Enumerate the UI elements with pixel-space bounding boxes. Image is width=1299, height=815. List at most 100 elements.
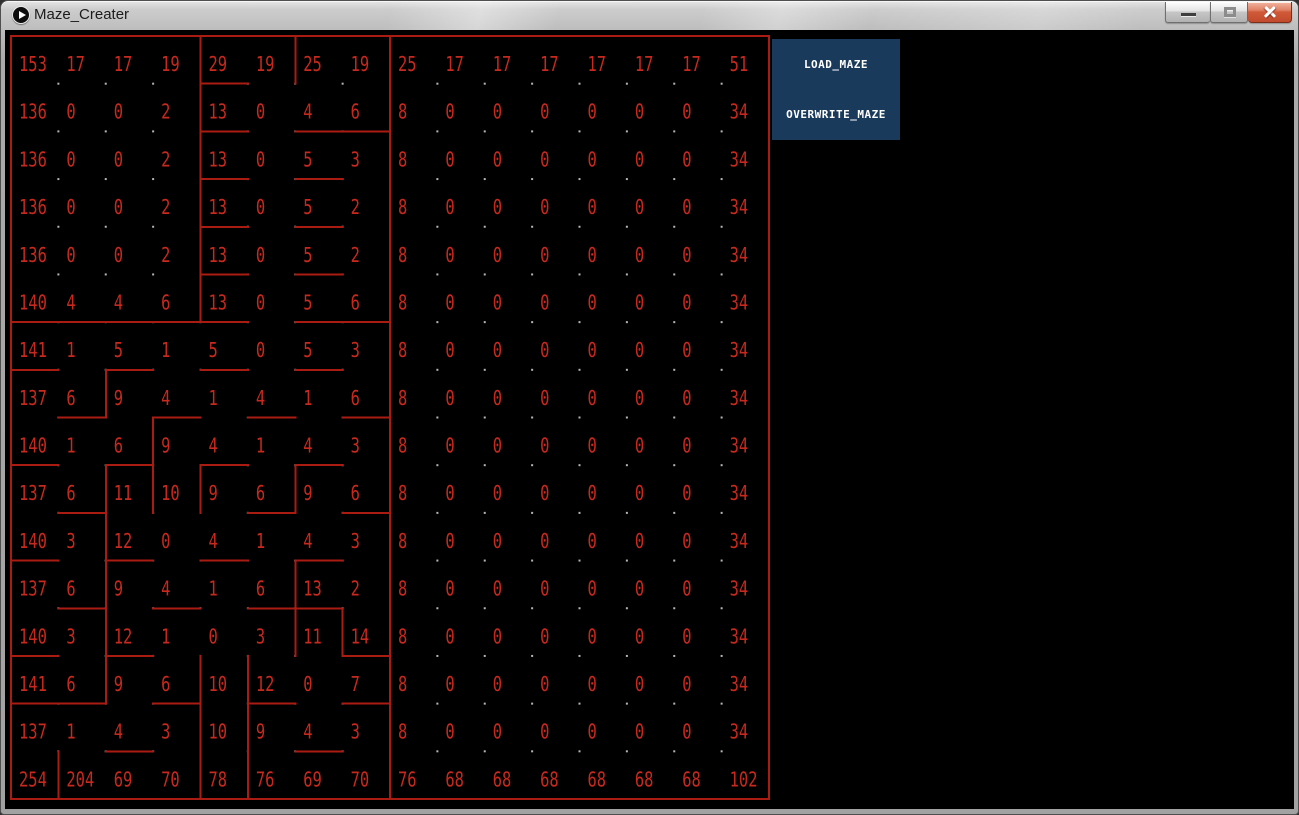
maze-post xyxy=(483,750,486,753)
minimize-button[interactable] xyxy=(1165,2,1210,23)
maze-cell-value: 0 xyxy=(445,243,454,267)
maze-cell-value: 11 xyxy=(303,624,322,648)
maze-cell-value: 8 xyxy=(398,529,407,553)
maze-cell-value: 2 xyxy=(351,243,360,267)
maze-post xyxy=(673,225,676,228)
maze-cell-value: 6 xyxy=(351,386,360,410)
maze-cell-value: 0 xyxy=(635,290,644,314)
maze-cell-value: 34 xyxy=(730,147,749,171)
maximize-button[interactable] xyxy=(1210,2,1248,23)
overwrite-maze-button[interactable]: OVERWRITE_MAZE xyxy=(772,89,900,140)
maze-cell-value: 1 xyxy=(209,577,218,601)
maze-cell-value: 0 xyxy=(493,243,502,267)
maze-cell-value: 0 xyxy=(256,243,265,267)
maze-cell-value: 4 xyxy=(256,386,265,410)
maze-post xyxy=(152,178,155,181)
maze-cell-value: 29 xyxy=(209,52,228,76)
maze-cell-value: 1 xyxy=(209,386,218,410)
maze-post xyxy=(436,130,439,133)
maze-post xyxy=(625,273,628,276)
close-button[interactable] xyxy=(1248,2,1292,23)
maze-cell-value: 25 xyxy=(303,52,322,76)
maze-cell-value: 0 xyxy=(682,720,691,744)
content-area: 153 17 17 19 29 19 25 19 25 17 17 17 17 17 17 51 136 0 0 2 1… xyxy=(5,30,1294,809)
maze-cell-value: 0 xyxy=(588,338,597,362)
maze-cell-value: 4 xyxy=(66,290,75,314)
load-maze-button[interactable]: LOAD_MAZE xyxy=(772,39,900,90)
maze-post xyxy=(720,511,723,514)
maze-cell-value: 0 xyxy=(114,195,123,219)
maze-cell-value: 4 xyxy=(303,529,312,553)
maze-cell-value: 0 xyxy=(635,577,644,601)
maze-cell-value: 0 xyxy=(493,529,502,553)
maze-cell-value: 3 xyxy=(351,434,360,458)
maze-cell-value: 0 xyxy=(682,529,691,553)
maze-cell-value: 17 xyxy=(635,52,654,76)
minimize-icon xyxy=(1181,13,1196,16)
maze-cell-value: 14 xyxy=(351,624,370,648)
maze-canvas[interactable]: 153 17 17 19 29 19 25 19 25 17 17 17 17 17 17 51136 0 0 2 1… xyxy=(5,30,1294,809)
maze-cell-value: 0 xyxy=(445,720,454,744)
titlebar-sheen xyxy=(1,1,1298,30)
maze-cell-value: 0 xyxy=(540,720,549,744)
maze-cell-value: 8 xyxy=(398,338,407,362)
maze-post xyxy=(625,321,628,324)
maze-post xyxy=(341,82,344,85)
maze-post xyxy=(673,416,676,419)
maze-cell-value: 0 xyxy=(493,195,502,219)
maze-post xyxy=(531,130,534,133)
maze-cell-value: 76 xyxy=(256,767,275,791)
maze-post xyxy=(483,464,486,467)
maze-cell-value: 78 xyxy=(209,767,228,791)
maze-post xyxy=(578,559,581,562)
maze-cell-value: 102 xyxy=(730,767,758,791)
maze-post xyxy=(578,654,581,657)
maze-cell-value: 0 xyxy=(445,577,454,601)
maze-post xyxy=(625,607,628,610)
maze-post xyxy=(578,464,581,467)
maze-cell-value: 0 xyxy=(445,624,454,648)
maze-cell-value: 0 xyxy=(256,290,265,314)
maze-cell-value: 4 xyxy=(303,100,312,124)
maze-post xyxy=(720,702,723,705)
maze-cell-value: 8 xyxy=(398,290,407,314)
maze-cell-value: 3 xyxy=(351,720,360,744)
maze-post xyxy=(436,464,439,467)
app-window: Maze_Creater 153 17 17 19 29 19 25 19 25 17 17 17 17… xyxy=(0,0,1299,815)
maze-cell-value: 34 xyxy=(730,100,749,124)
maze-cell-value: 0 xyxy=(588,672,597,696)
maze-post xyxy=(483,511,486,514)
maze-cell-value: 0 xyxy=(635,481,644,505)
maze-cell-value: 0 xyxy=(588,529,597,553)
maze-cell-value: 13 xyxy=(209,290,228,314)
maze-cell-value: 8 xyxy=(398,100,407,124)
maze-cell-value: 0 xyxy=(588,243,597,267)
maze-post xyxy=(673,654,676,657)
maze-post xyxy=(673,82,676,85)
maze-cell-value: 13 xyxy=(209,195,228,219)
play-circle-icon xyxy=(12,6,30,24)
maze-post xyxy=(625,702,628,705)
maze-cell-value: 4 xyxy=(114,720,123,744)
maze-cell-value: 5 xyxy=(303,147,312,171)
maze-cell-value: 0 xyxy=(540,577,549,601)
maze-cell-value: 0 xyxy=(682,624,691,648)
maze-cell-value: 204 xyxy=(66,767,94,791)
maze-post xyxy=(673,368,676,371)
maze-cell-value: 11 xyxy=(114,481,133,505)
maze-cell-value: 34 xyxy=(730,243,749,267)
maze-cell-value: 0 xyxy=(114,100,123,124)
maze-cell-value: 1 xyxy=(66,434,75,458)
maze-cell-value: 3 xyxy=(256,624,265,648)
maze-cell-value: 0 xyxy=(588,386,597,410)
maze-cell-value: 0 xyxy=(540,386,549,410)
maze-cell-value: 51 xyxy=(730,52,749,76)
maze-cell-value: 0 xyxy=(540,243,549,267)
title-bar[interactable]: Maze_Creater xyxy=(1,1,1298,30)
maze-cell-value: 0 xyxy=(256,147,265,171)
maze-cell-value: 8 xyxy=(398,624,407,648)
maze-post xyxy=(436,702,439,705)
maze-cell-value: 5 xyxy=(303,195,312,219)
maze-post xyxy=(578,750,581,753)
maze-cell-value: 0 xyxy=(445,434,454,458)
